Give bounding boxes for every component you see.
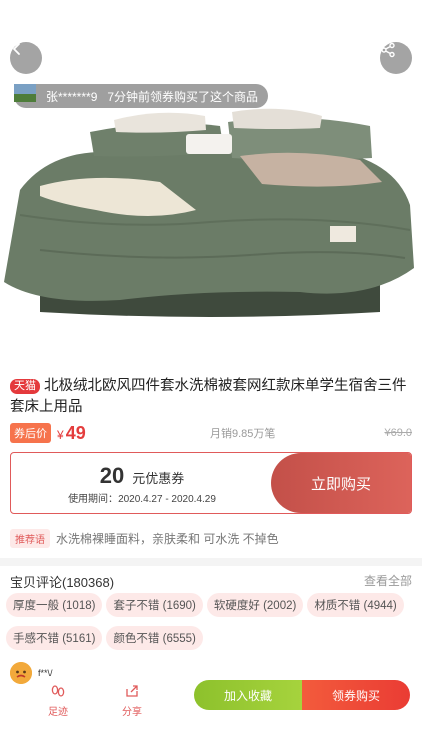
buyer-name: 张*******9 — [46, 89, 98, 104]
see-all-reviews-link[interactable]: 查看全部 — [364, 572, 412, 589]
monthly-sales: 月销9.85万笔 — [210, 428, 276, 440]
price-row: 券后价 ¥49 月销9.85万笔 ¥69.0 — [10, 422, 412, 444]
bedding-photo — [0, 0, 422, 360]
bottom-action-bar: 足迹 分享 加入收藏 领券购买 — [0, 676, 422, 720]
footprint-icon — [51, 685, 65, 697]
coupon-period-label: 使用期间： — [68, 494, 119, 505]
review-tag[interactable]: 手感不错 (5161) — [6, 626, 103, 650]
share-label: 分享 — [122, 707, 142, 718]
footprint-button[interactable]: 足迹 — [38, 682, 78, 718]
review-tag[interactable]: 材质不错 (4944) — [307, 593, 404, 617]
section-divider — [0, 558, 422, 566]
recommend-row: 推荐语 水洗棉裸睡面料，亲肤柔和 可水洗 不掉色 — [10, 528, 412, 548]
buyer-avatar — [14, 84, 40, 105]
share-button[interactable] — [380, 42, 412, 74]
review-tags: 厚度一般 (1018) 套子不错 (1690) 软硬度好 (2002) 材质不错… — [6, 593, 416, 659]
footprint-label: 足迹 — [48, 707, 68, 718]
coupon-buy-button[interactable]: 领券购买 — [302, 680, 410, 710]
buyer-message: 7分钟前领券购买了这个商品 — [107, 89, 259, 104]
coupon-card: 20 元优惠券 使用期间：2020.4.27 - 2020.4.29 立即购买 — [10, 452, 412, 514]
recent-buyer-notice: 张*******9 7分钟前领券购买了这个商品 — [14, 84, 269, 108]
product-image: 张*******9 7分钟前领券购买了这个商品 — [0, 0, 422, 360]
coupon-unit: 元优惠券 — [132, 471, 185, 486]
coupon-price: ¥49 — [57, 423, 86, 444]
review-tag[interactable]: 软硬度好 (2002) — [206, 593, 304, 617]
platform-tag: 天猫 — [10, 379, 40, 394]
chevron-left-icon — [13, 43, 20, 55]
coupon-period-value: 2020.4.27 - 2020.4.29 — [118, 494, 216, 505]
share-out-icon — [126, 685, 138, 697]
currency-symbol: ¥ — [57, 427, 64, 442]
share-bar-button[interactable]: 分享 — [112, 682, 152, 718]
buy-now-button[interactable]: 立即购买 — [271, 453, 411, 513]
reviews-title: 宝贝评论(180368) — [10, 575, 115, 590]
price-value: 49 — [65, 422, 86, 443]
coupon-amount-value: 20 — [99, 463, 125, 488]
recommend-tag: 推荐语 — [10, 528, 50, 548]
coupon-amount: 20 元优惠券 — [11, 463, 273, 489]
original-price: ¥69.0 — [384, 427, 412, 439]
product-title-text: 北极绒北欧风四件套水洗棉被套网红款床单学生宿舍三件套床上用品 — [10, 378, 407, 415]
back-button[interactable] — [10, 42, 42, 74]
review-tag[interactable]: 颜色不错 (6555) — [106, 626, 203, 650]
product-title: 天猫 北极绒北欧风四件套水洗棉被套网红款床单学生宿舍三件套床上用品 — [10, 376, 414, 418]
review-tag[interactable]: 套子不错 (1690) — [106, 593, 203, 617]
after-coupon-tag: 券后价 — [10, 423, 51, 443]
coupon-period: 使用期间：2020.4.27 - 2020.4.29 — [11, 490, 273, 505]
review-tag[interactable]: 厚度一般 (1018) — [6, 593, 103, 617]
share-icon — [381, 42, 395, 58]
coupon-info: 20 元优惠券 使用期间：2020.4.27 - 2020.4.29 — [11, 453, 273, 513]
recommend-text: 水洗棉裸睡面料，亲肤柔和 可水洗 不掉色 — [56, 531, 279, 546]
add-favorite-button[interactable]: 加入收藏 — [194, 680, 302, 710]
